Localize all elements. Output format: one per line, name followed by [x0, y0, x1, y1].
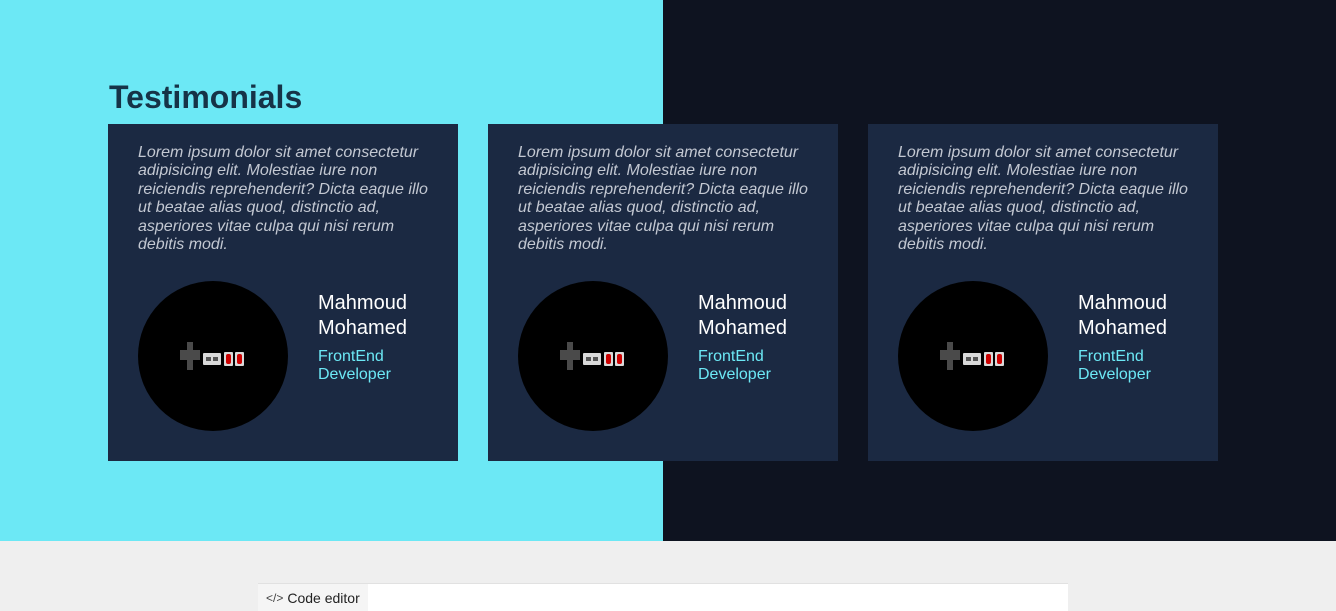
- person-name: Mahmoud Mohamed: [318, 292, 407, 339]
- testimonial-card: Lorem ipsum dolor sit amet consectetur a…: [488, 124, 838, 461]
- gamepad-icon: [560, 342, 624, 370]
- avatar: [518, 281, 668, 431]
- code-icon: </>: [266, 590, 284, 605]
- testimonial-quote: Lorem ipsum dolor sit amet consectetur a…: [138, 144, 428, 254]
- testimonial-card: Lorem ipsum dolor sit amet consectetur a…: [108, 124, 458, 461]
- code-editor-panel: </> Code editor: [258, 583, 1068, 611]
- testimonial-quote: Lorem ipsum dolor sit amet consectetur a…: [898, 144, 1188, 254]
- person-name: Mahmoud Mohamed: [1078, 292, 1167, 339]
- code-editor-label: Code editor: [287, 589, 360, 606]
- testimonials-section: Testimonials Lorem ipsum dolor sit amet …: [0, 0, 1336, 541]
- person-role: FrontEnd Developer: [698, 348, 771, 383]
- person-role: FrontEnd Developer: [318, 348, 391, 383]
- code-editor-tab[interactable]: </> Code editor: [258, 584, 368, 611]
- gamepad-icon: [940, 342, 1004, 370]
- testimonial-card: Lorem ipsum dolor sit amet consectetur a…: [868, 124, 1218, 461]
- testimonial-quote: Lorem ipsum dolor sit amet consectetur a…: [518, 144, 808, 254]
- person-role: FrontEnd Developer: [1078, 348, 1151, 383]
- avatar: [898, 281, 1048, 431]
- gamepad-icon: [180, 342, 244, 370]
- avatar: [138, 281, 288, 431]
- person-name: Mahmoud Mohamed: [698, 292, 787, 339]
- section-title: Testimonials: [109, 79, 303, 115]
